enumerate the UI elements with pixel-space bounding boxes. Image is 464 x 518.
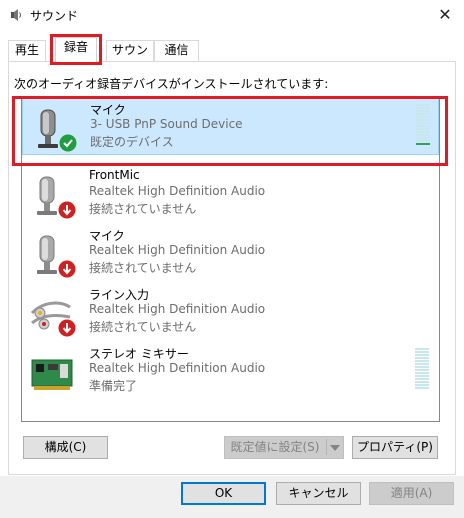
device-list[interactable]: マイク 3- USB PnP Sound Device 既定のデバイス Fron… (21, 96, 440, 422)
split-separator (326, 439, 327, 455)
close-button[interactable]: ✕ (436, 6, 454, 24)
device-description: 3- USB PnP Sound Device (90, 117, 243, 131)
level-meter (416, 104, 430, 150)
tab-communications[interactable]: 通信 (154, 40, 199, 61)
cancel-button[interactable]: キャンセル (276, 482, 361, 505)
device-item-stereo-mixer[interactable]: ステレオ ミキサー Realtek High Definition Audio … (22, 342, 439, 400)
instruction-text: 次のオーディオ録音デバイスがインストールされています: (14, 77, 329, 91)
device-item-line-in[interactable]: ライン入力 Realtek High Definition Audio 接続され… (22, 283, 439, 341)
device-name: マイク (90, 103, 126, 117)
device-name: マイク (89, 229, 125, 243)
device-status: 接続されていません (89, 320, 197, 334)
disconnected-arrow-icon (58, 260, 76, 278)
title-bar: サウンド ✕ (0, 0, 464, 31)
device-description: Realtek High Definition Audio (89, 302, 266, 316)
properties-button[interactable]: プロパティ(P) (352, 436, 438, 459)
tab-recording[interactable]: 録音 (55, 37, 97, 62)
device-item-realtek-mic[interactable]: マイク Realtek High Definition Audio 接続されてい… (22, 224, 439, 282)
device-name: ステレオ ミキサー (89, 347, 189, 361)
configure-button[interactable]: 構成(C) (23, 436, 108, 459)
chevron-down-icon[interactable] (330, 445, 340, 451)
sound-card-icon (31, 359, 73, 390)
window-title: サウンド (30, 9, 79, 23)
device-description: Realtek High Definition Audio (89, 184, 266, 198)
ok-button[interactable]: OK (181, 482, 266, 505)
device-name: ライン入力 (89, 288, 150, 302)
default-check-icon (59, 134, 77, 152)
tab-sounds[interactable]: サウンド (106, 40, 154, 76)
device-description: Realtek High Definition Audio (89, 243, 266, 257)
apply-button[interactable]: 適用(A) (369, 482, 454, 505)
level-meter (415, 348, 429, 394)
device-item-frontmic[interactable]: FrontMic Realtek High Definition Audio 接… (22, 165, 439, 223)
device-item-usb-mic[interactable]: マイク 3- USB PnP Sound Device 既定のデバイス (22, 97, 439, 155)
disconnected-arrow-icon (58, 319, 76, 337)
tab-playback[interactable]: 再生 (8, 40, 46, 61)
device-status: 準備完了 (89, 379, 138, 393)
device-status: 既定のデバイス (90, 135, 174, 149)
device-name: FrontMic (89, 168, 140, 182)
speaker-icon (11, 9, 21, 21)
device-status: 接続されていません (89, 202, 197, 216)
device-description: Realtek High Definition Audio (89, 361, 266, 375)
disconnected-arrow-icon (58, 201, 76, 219)
device-status: 接続されていません (89, 261, 197, 275)
